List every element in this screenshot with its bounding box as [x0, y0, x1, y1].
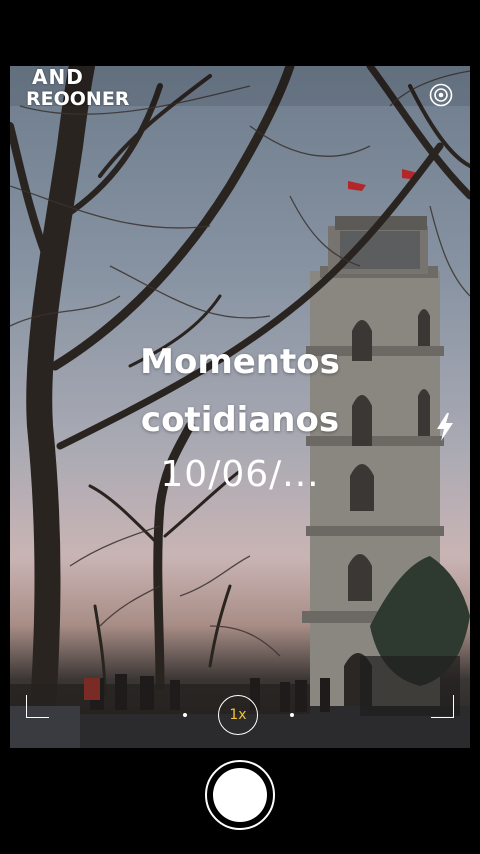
- shutter-inner[interactable]: [213, 768, 267, 822]
- frame-corner-bottom-left: [26, 695, 49, 718]
- overlay-title-line-2: cotidianos: [140, 400, 340, 440]
- lens-dot[interactable]: [290, 713, 294, 717]
- brand-line-1: AND: [32, 66, 84, 89]
- flag: [348, 181, 366, 191]
- brand-line-2: REOONER: [26, 88, 130, 110]
- zoom-button[interactable]: 1x: [218, 695, 258, 735]
- frame-corner-bottom-right: [431, 695, 454, 718]
- brand-logo: AND REOONER: [26, 66, 129, 110]
- overlay-date: 10/06/...: [160, 454, 320, 495]
- lens-dot[interactable]: [183, 713, 187, 717]
- overlay-title-line-1: Momentos: [140, 342, 340, 382]
- camera-viewfinder[interactable]: AND REOONER Momentos cotidianos 10/06/..…: [10, 66, 470, 748]
- settings-target-icon[interactable]: [428, 82, 454, 108]
- shutter-button[interactable]: [205, 760, 275, 830]
